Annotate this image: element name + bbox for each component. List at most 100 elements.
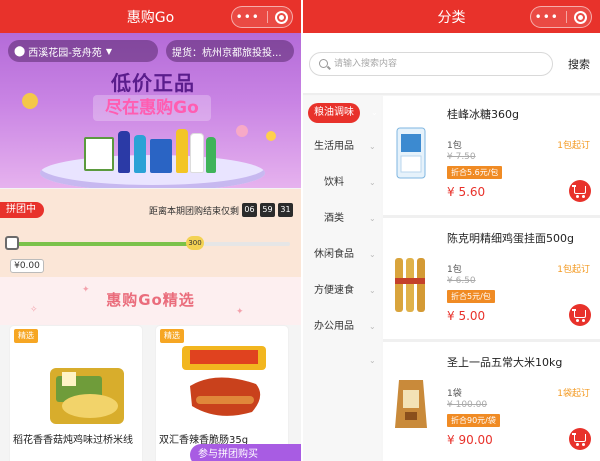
more-icon[interactable]: •••: [535, 11, 559, 23]
noodle-pack-image: [50, 368, 124, 424]
group-status-tag: 拼团中: [0, 202, 44, 218]
category-item-instant-food[interactable]: 方便速食 ⌄: [303, 274, 381, 308]
chevron-down-icon: ⌄: [371, 108, 378, 117]
banner-subslogan: 尽在惠购Go: [93, 95, 211, 121]
miniapp-capsule[interactable]: •••: [231, 6, 293, 28]
countdown-hours: 06: [242, 203, 257, 217]
rice-bag-image: [395, 380, 427, 428]
product-list: 桂峰冰糖360g 1包 1包起订 ¥ 7.50 折合5.6元/包 ¥ 5.60 …: [383, 96, 600, 461]
chevron-down-icon: ⌄: [369, 322, 376, 331]
category-label: 办公用品: [314, 321, 354, 332]
countdown-seconds: 31: [278, 203, 293, 217]
promo-banner[interactable]: ⬤ 西溪花园-竞舟苑 ▼ 提货：杭州京都旅投投... 低价正品 尽在惠购Go: [0, 33, 301, 188]
product-box-image: [84, 137, 114, 171]
location-pin-icon: ⬤: [14, 45, 26, 57]
progress-milestone: 300: [186, 236, 204, 250]
close-miniapp-icon[interactable]: [574, 10, 588, 24]
sausage-pack-image: [182, 346, 266, 416]
search-placeholder: 请输入搜索内容: [334, 59, 398, 69]
product-name: 陈克明精细鸡蛋挂面500g: [447, 232, 574, 245]
search-icon: [319, 59, 328, 68]
bottle-image: [118, 131, 130, 173]
category-item-snacks[interactable]: 休闲食品 ⌄: [303, 238, 381, 272]
list-item[interactable]: 圣上一品五常大米10kg 1袋 1袋起订 ¥ 100.00 折合90元/袋 ¥ …: [383, 344, 600, 461]
home-page: 惠购Go ••• ⬤ 西溪花园-竞舟苑 ▼ 提货：杭州京都旅投投... 低价正品…: [0, 0, 301, 461]
search-bar: 请输入搜索内容 搜索: [303, 33, 600, 95]
group-progress-fill: [10, 242, 192, 246]
more-icon[interactable]: •••: [236, 11, 260, 23]
featured-header: ✦ ✦ ✧ 惠购Go精选: [0, 277, 301, 325]
home-topbar: 惠购Go •••: [0, 0, 301, 33]
join-group-button[interactable]: 参与拼团购买: [190, 444, 301, 461]
bottle-image: [176, 129, 188, 173]
chevron-down-icon: ⌄: [369, 142, 376, 151]
product-unit: 1包: [447, 265, 462, 275]
category-item-liquor[interactable]: 酒类 ⌄: [303, 202, 381, 236]
list-item[interactable]: 陈克明精细鸡蛋挂面500g 1包 1包起订 ¥ 6.50 折合5元/包 ¥ 5.…: [383, 220, 600, 342]
decor-balloon: [236, 125, 248, 137]
banner-slogan: 低价正品: [111, 71, 195, 95]
category-page: 分类 ••• 请输入搜索内容 搜索 粮油调味 ⌄ 生活用品 ⌄ 饮料 ⌄ 酒类 …: [303, 0, 600, 461]
product-card[interactable]: 精选 双汇香辣香脆肠35g: [156, 326, 288, 461]
bottle-image: [206, 137, 216, 173]
product-unit: 1包: [447, 141, 462, 151]
group-amount: ¥0.00: [10, 259, 44, 273]
group-countdown: 距离本期团购结束仅剩 06 59 31: [149, 203, 293, 217]
screen: 惠购Go ••• ⬤ 西溪花园-竞舟苑 ▼ 提货：杭州京都旅投投... 低价正品…: [0, 0, 600, 461]
category-item-office[interactable]: 办公用品 ⌄: [303, 310, 381, 344]
product-card[interactable]: 精选 稻花香香菇炖鸡味过桥米线: [10, 326, 142, 461]
list-item[interactable]: 桂峰冰糖360g 1包 1包起订 ¥ 7.50 折合5.6元/包 ¥ 5.60: [383, 96, 600, 218]
product-name: 稻花香香菇炖鸡味过桥米线: [13, 435, 133, 446]
category-title: 分类: [437, 9, 466, 26]
bottle-image: [190, 133, 204, 173]
home-title: 惠购Go: [126, 9, 175, 26]
countdown-label: 距离本期团购结束仅剩: [148, 206, 239, 217]
product-name: 桂峰冰糖360g: [447, 108, 519, 121]
category-label: 酒类: [324, 213, 344, 224]
chevron-down-icon: ⌄: [369, 214, 376, 223]
featured-title: 惠购Go精选: [106, 291, 195, 309]
pickup-selector[interactable]: 提货：杭州京都旅投投...: [166, 40, 294, 62]
promo-badge: 折合90元/袋: [447, 414, 500, 427]
rock-sugar-image: [396, 127, 426, 179]
location-selector[interactable]: ⬤ 西溪花园-竞舟苑 ▼: [8, 40, 158, 62]
chevron-down-icon: ⌄: [369, 178, 376, 187]
location-text: 西溪花园-竞舟苑: [28, 47, 102, 59]
category-label: 方便速食: [314, 285, 354, 296]
category-item-daily-goods[interactable]: 生活用品 ⌄: [303, 130, 381, 164]
add-to-cart-icon[interactable]: [569, 180, 591, 202]
search-input[interactable]: 请输入搜索内容: [309, 52, 553, 76]
product-pack-image: [150, 139, 172, 173]
category-item-more[interactable]: ⌄: [303, 344, 381, 378]
search-button[interactable]: 搜索: [568, 56, 590, 72]
miniapp-capsule[interactable]: •••: [530, 6, 592, 28]
category-item-drinks[interactable]: 饮料 ⌄: [303, 166, 381, 200]
promo-badge: 折合5元/包: [447, 290, 495, 303]
add-to-cart-icon[interactable]: [569, 428, 591, 450]
category-label: 粮油调味: [308, 103, 360, 123]
original-price: ¥ 7.50: [447, 152, 476, 162]
category-label: 饮料: [324, 177, 344, 188]
chevron-down-icon: ⌄: [369, 356, 376, 365]
min-order: 1包起订: [557, 265, 590, 275]
product-price: ¥ 5.00: [447, 309, 486, 323]
progress-start-icon: [5, 236, 19, 250]
pickup-text: 提货：杭州京都旅投投...: [172, 47, 282, 59]
noodles-image: [395, 258, 425, 312]
product-name: 圣上一品五常大米10kg: [447, 356, 563, 369]
group-buy-panel: 拼团中 距离本期团购结束仅剩 06 59 31 300 ¥0.00: [0, 189, 301, 277]
promo-badge: 折合5.6元/包: [447, 166, 503, 179]
decor-balloon: [266, 131, 276, 141]
chevron-down-icon: ▼: [105, 46, 112, 56]
product-price: ¥ 90.00: [447, 433, 493, 447]
product-unit: 1袋: [447, 389, 462, 399]
chevron-down-icon: ⌄: [369, 286, 376, 295]
chevron-down-icon: ⌄: [369, 250, 376, 259]
category-topbar: 分类 •••: [303, 0, 600, 33]
add-to-cart-icon[interactable]: [569, 304, 591, 326]
close-miniapp-icon[interactable]: [275, 10, 289, 24]
category-item-grain-oil[interactable]: 粮油调味 ⌄: [303, 96, 381, 130]
category-label: 生活用品: [314, 141, 354, 152]
group-progress-track: [10, 242, 290, 246]
original-price: ¥ 100.00: [447, 400, 488, 410]
